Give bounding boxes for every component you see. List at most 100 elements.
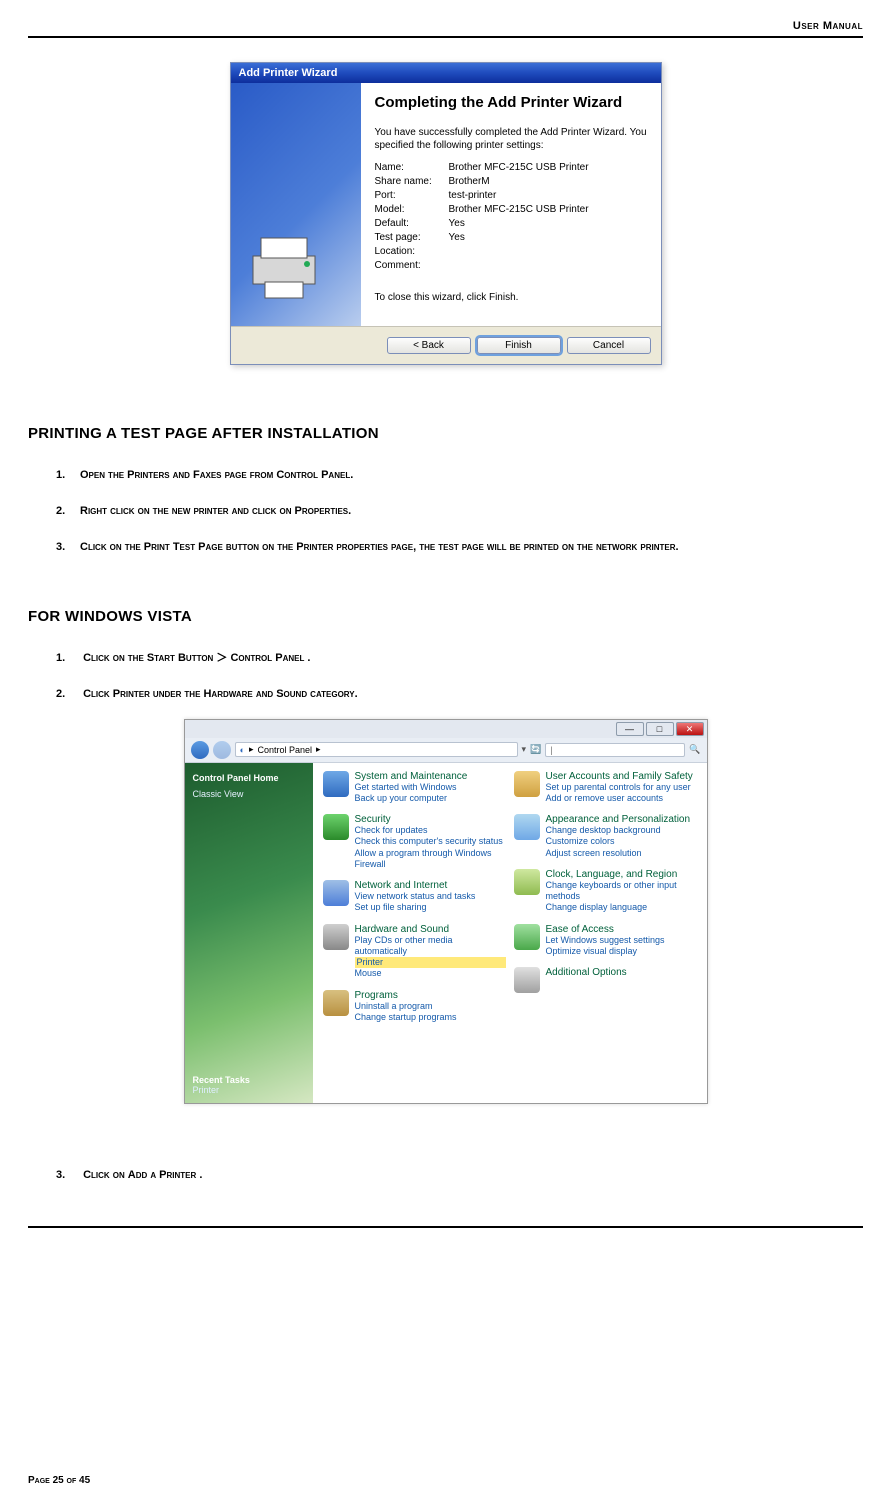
toolbar: ◐ ▸ Control Panel ▸ ▾ 🔄 | 🔍 [185,738,707,763]
value-name: Brother MFC-215C USB Printer [449,162,647,173]
cat-link[interactable]: Customize colors [546,836,691,847]
cat-link[interactable]: Check this computer's security status [355,836,506,847]
maximize-button[interactable]: □ [646,722,674,736]
step-text: Right click on the new printer and click… [80,505,351,517]
page-footer: Page 25 of 45 [28,1475,90,1486]
cat-link-printer-highlight[interactable]: Printer [355,957,506,968]
close-button[interactable]: ✕ [676,722,704,736]
nav-back-icon[interactable] [191,741,209,759]
clock-icon [514,869,540,895]
wizard-sidebar-graphic [231,83,361,326]
user-accounts-icon [514,771,540,797]
search-input[interactable]: | [545,743,685,757]
cat-hardware-sound[interactable]: Hardware and Sound Play CDs or other med… [323,924,506,980]
wizard-close-hint: To close this wizard, click Finish. [375,291,647,304]
cat-link[interactable]: Let Windows suggest settings [546,935,665,946]
header-user-manual: User Manual [28,20,863,32]
bold-add-a-printer: Add a Printer [128,1169,197,1181]
minimize-button[interactable]: — [616,722,644,736]
nav-forward-icon[interactable] [213,741,231,759]
step: 1.Open the Printers and Faxes page from … [56,464,863,486]
cat-link[interactable]: Change desktop background [546,825,691,836]
shield-icon: ◐ [240,745,245,755]
step-text: Click on [83,1169,128,1181]
wizard-titlebar: Add Printer Wizard [231,63,661,83]
wizard-heading: Completing the Add Printer Wizard [375,95,647,112]
cat-title: Clock, Language, and Region [546,869,697,880]
label-testpage: Test page: [375,232,449,243]
category-grid: System and Maintenance Get started with … [313,763,707,1103]
bold-printer: Printer [113,688,150,700]
sidebar-recent-tasks: Recent Tasks [193,1075,305,1085]
additional-options-icon [514,967,540,993]
cat-title: System and Maintenance [355,771,468,782]
cancel-button[interactable]: Cancel [567,337,651,354]
network-icon [323,880,349,906]
value-port: test-printer [449,190,647,201]
cat-title: Programs [355,990,457,1001]
printer-icon [243,226,333,306]
search-icon: 🔍 [689,744,700,755]
chevron-right-icon: ▸ [316,744,321,755]
rule-top [28,36,863,38]
value-location [449,246,647,257]
cat-link[interactable]: Adjust screen resolution [546,848,691,859]
cat-appearance[interactable]: Appearance and Personalization Change de… [514,814,697,859]
cat-system[interactable]: System and Maintenance Get started with … [323,771,506,805]
cat-link[interactable]: Play CDs or other media automatically [355,935,506,958]
step: 1. Click on the Start Button ＞ Control P… [56,647,863,669]
value-default: Yes [449,218,647,229]
wizard-intro: You have successfully completed the Add … [375,126,647,152]
cat-security[interactable]: Security Check for updates Check this co… [323,814,506,870]
sidebar-classic-view[interactable]: Classic View [193,789,305,799]
hardware-icon [323,924,349,950]
breadcrumb[interactable]: ◐ ▸ Control Panel ▸ [235,742,518,757]
cat-network[interactable]: Network and Internet View network status… [323,880,506,914]
cat-link[interactable]: Add or remove user accounts [546,793,693,804]
finish-button[interactable]: Finish [477,337,561,354]
cat-link[interactable]: Uninstall a program [355,1001,457,1012]
cat-user-accounts[interactable]: User Accounts and Family Safety Set up p… [514,771,697,805]
cat-link[interactable]: View network status and tasks [355,891,476,902]
back-button[interactable]: < Back [387,337,471,354]
cat-link[interactable]: Allow a program through Windows Firewall [355,848,506,871]
cat-link[interactable]: Optimize visual display [546,946,665,957]
label-share: Share name: [375,176,449,187]
cat-link[interactable]: Change startup programs [355,1012,457,1023]
cat-clock-language[interactable]: Clock, Language, and Region Change keybo… [514,869,697,914]
sidebar-recent-printer[interactable]: Printer [193,1085,305,1095]
step: 3. Click on Add a Printer . [56,1164,863,1186]
label-default: Default: [375,218,449,229]
cat-link[interactable]: Back up your computer [355,793,468,804]
step-text: category. [310,688,358,700]
cat-link[interactable]: Set up parental controls for any user [546,782,693,793]
cat-link[interactable]: Change display language [546,902,697,913]
cat-link[interactable]: Check for updates [355,825,506,836]
wizard-settings-grid: Name:Brother MFC-215C USB Printer Share … [375,162,647,271]
sidebar-cp-home[interactable]: Control Panel Home [193,773,305,783]
cat-title: Additional Options [546,967,627,978]
label-location: Location: [375,246,449,257]
sidebar: Control Panel Home Classic View Recent T… [185,763,313,1103]
system-icon [323,771,349,797]
cat-programs[interactable]: Programs Uninstall a program Change star… [323,990,506,1024]
cat-link[interactable]: Set up file sharing [355,902,476,913]
label-name: Name: [375,162,449,173]
label-comment: Comment: [375,260,449,271]
value-share: BrotherM [449,176,647,187]
step: 2.Right click on the new printer and cli… [56,500,863,522]
step-text: Click on the [83,652,147,664]
cat-link[interactable]: Mouse [355,968,506,979]
breadcrumb-text: Control Panel [257,745,312,755]
programs-icon [323,990,349,1016]
cat-ease-of-access[interactable]: Ease of Access Let Windows suggest setti… [514,924,697,958]
cat-title: Network and Internet [355,880,476,891]
step-text: Click [83,688,113,700]
cat-link[interactable]: Change keyboards or other input methods [546,880,697,903]
step-sep: ＞ [216,652,230,664]
step-text: Open the Printers and Faxes page from Co… [80,469,353,481]
cat-additional-options[interactable]: Additional Options [514,967,697,993]
cat-link[interactable]: Get started with Windows [355,782,468,793]
security-icon [323,814,349,840]
label-port: Port: [375,190,449,201]
